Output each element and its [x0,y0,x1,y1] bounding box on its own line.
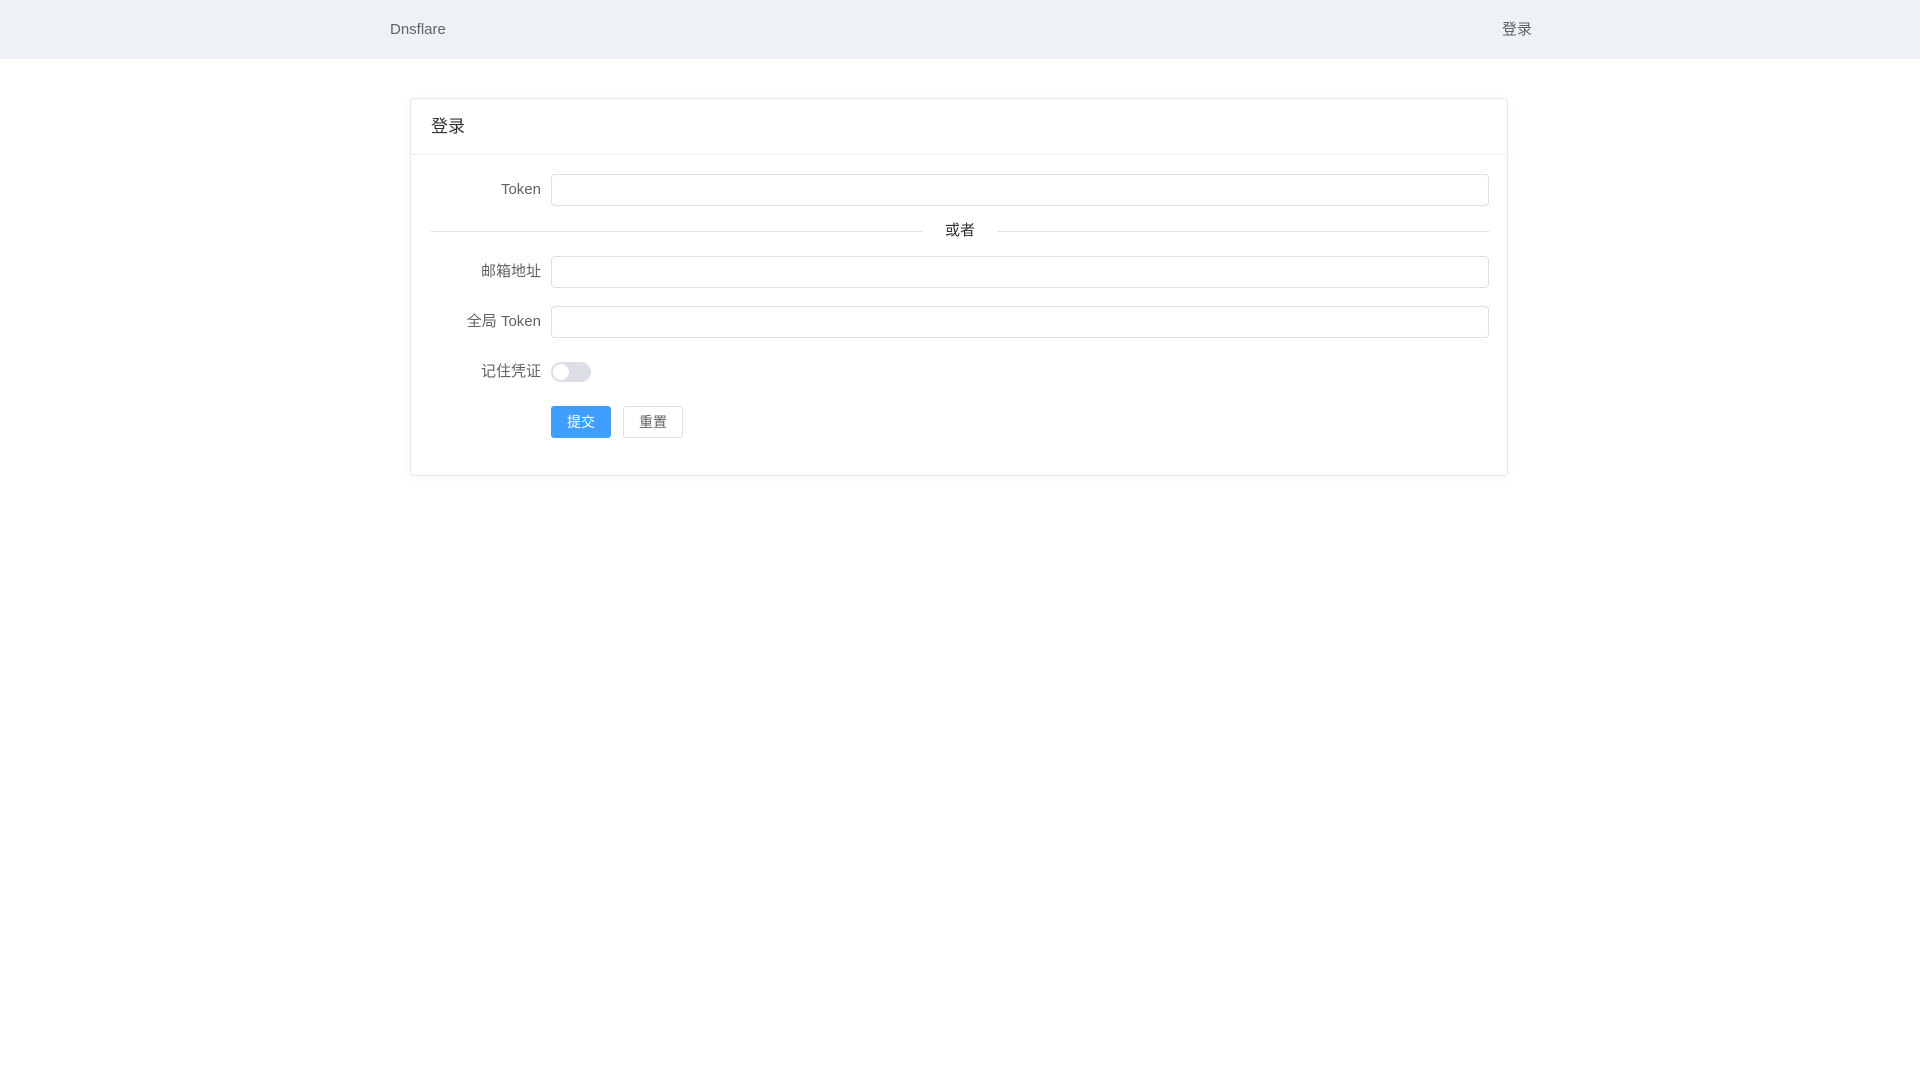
submit-button[interactable]: 提交 [551,406,611,438]
or-divider: 或者 [431,221,1489,241]
switch-knob [553,364,569,380]
email-form-row: 邮箱地址 [431,256,1489,288]
email-input[interactable] [551,256,1489,288]
global-token-input[interactable] [551,306,1489,338]
token-form-row: Token [431,174,1489,206]
card-title: 登录 [411,99,1507,155]
login-card: 登录 Token 或者 邮箱地址 全局 Token 记住凭证 提交 重置 [410,98,1508,476]
email-label: 邮箱地址 [480,263,541,280]
reset-button[interactable]: 重置 [623,406,683,438]
remember-form-row: 记住凭证 [431,356,1489,388]
remember-switch[interactable] [551,362,591,382]
brand-link[interactable]: Dnsflare [390,0,446,59]
divider-text: 或者 [923,221,997,241]
actions-form-row: 提交 重置 [431,406,1489,438]
token-label: Token [500,181,541,198]
token-input[interactable] [551,174,1489,206]
top-navbar: Dnsflare 登录 [0,0,1920,59]
nav-login-link[interactable]: 登录 [1502,0,1532,59]
global-token-label: 全局 Token [466,313,541,330]
remember-label: 记住凭证 [480,363,541,380]
global-token-form-row: 全局 Token [431,306,1489,338]
